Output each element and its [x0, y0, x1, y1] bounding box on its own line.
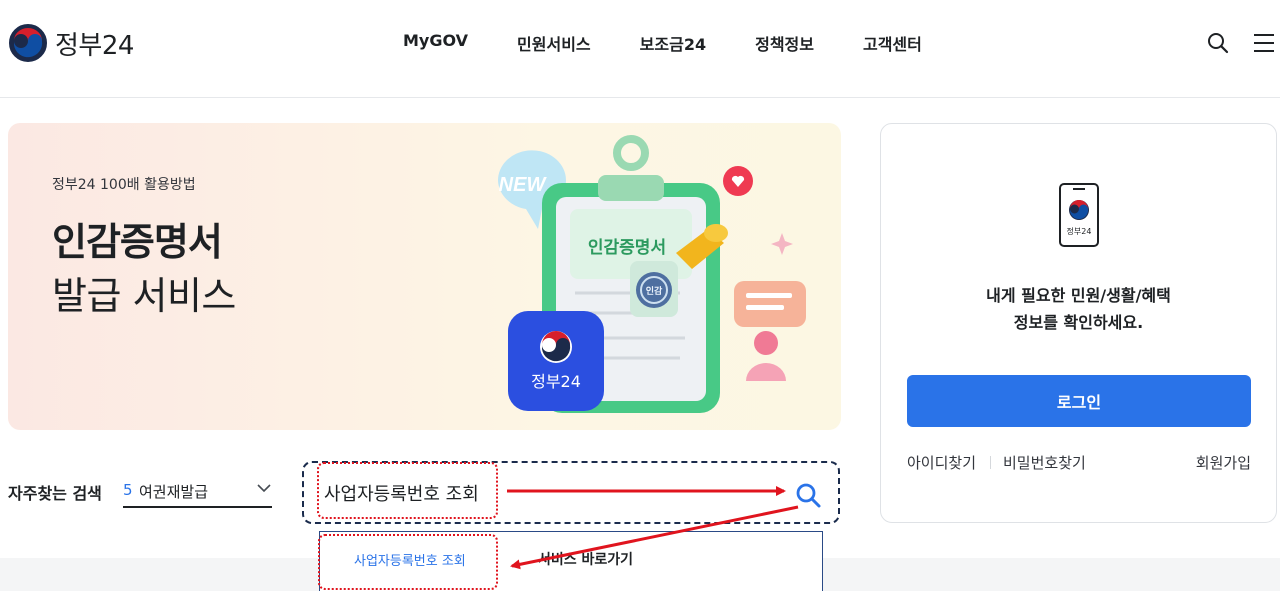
nav-subsidy[interactable]: 보조금24: [640, 31, 706, 55]
link-divider: [990, 456, 991, 469]
service-shortcut-label: 서비스 바로가기: [538, 552, 634, 568]
banner-subtitle: 정부24 100배 활용방법: [52, 177, 196, 193]
signup-link[interactable]: 회원가입: [1196, 452, 1251, 473]
banner-title-regular: 발급 서비스: [52, 274, 236, 318]
login-button[interactable]: 로그인: [907, 375, 1251, 427]
site-header: 정부24 MyGOV 민원서비스 보조금24 정책정보 고객센터: [0, 0, 1280, 98]
gov24-app-icon: 정부24: [508, 311, 604, 411]
search-icon[interactable]: [1206, 31, 1230, 55]
nav-civil-service[interactable]: 민원서비스: [517, 31, 591, 55]
clipboard-title: 인감증명서: [588, 238, 666, 258]
search-submit-icon[interactable]: [794, 481, 822, 509]
chat-bubble: [734, 281, 806, 327]
stamp-text: 인감: [646, 285, 663, 297]
login-panel: 정부24 내게 필요한 민원/생활/혜택 정보를 확인하세요. 로그인 아이디찾…: [880, 123, 1277, 523]
taegeuk-logo-icon: [9, 24, 47, 62]
frequent-search-label: 자주찾는 검색: [8, 484, 102, 503]
login-message-line2: 정보를 확인하세요.: [1013, 313, 1144, 332]
main-search-box: [302, 461, 840, 524]
main-nav: MyGOV 민원서비스 보조금24 정책정보 고객센터: [403, 31, 971, 55]
new-bubble-text: NEW: [499, 174, 548, 196]
mobile-phone-icon: 정부24: [1059, 183, 1099, 247]
find-password-link[interactable]: 비밀번호찾기: [1003, 452, 1086, 473]
login-message: 내게 필요한 민원/생활/혜택 정보를 확인하세요.: [881, 282, 1276, 336]
device-label: 정부24: [1067, 226, 1092, 236]
nav-customer-center[interactable]: 고객센터: [863, 31, 922, 55]
gov24-logo[interactable]: 정부24: [9, 24, 134, 62]
nav-mygov[interactable]: MyGOV: [403, 31, 468, 55]
frequent-search-select[interactable]: 5 여권재발급: [123, 476, 272, 508]
autocomplete-suggestion[interactable]: 사업자등록번호 조회: [354, 550, 466, 569]
nav-policy-info[interactable]: 정책정보: [755, 31, 814, 55]
hamburger-menu-icon[interactable]: [1253, 32, 1275, 54]
app-icon-label: 정부24: [531, 372, 581, 391]
heart-bubble: [723, 166, 753, 196]
frequent-search-rank: 5: [123, 481, 133, 499]
seal-certificate-illustration: NEW 인감증명서 인감 정부24: [497, 135, 806, 413]
promo-banner[interactable]: 정부24 100배 활용방법 인감증명서 발급 서비스 NEW 인감증명서 인감: [8, 123, 841, 430]
find-id-link[interactable]: 아이디찾기: [907, 452, 976, 473]
person-figure: [746, 331, 786, 381]
login-message-line1: 내게 필요한 민원/생활/혜택: [986, 286, 1171, 305]
banner-title-bold: 인감증명서: [52, 220, 223, 264]
search-autocomplete-dropdown: 사업자등록번호 조회 서비스 바로가기: [319, 531, 823, 591]
search-input[interactable]: [322, 479, 762, 507]
frequent-search-value: 여권재발급: [139, 483, 209, 501]
logo-text: 정부24: [55, 30, 134, 61]
chevron-down-icon: [257, 484, 271, 493]
